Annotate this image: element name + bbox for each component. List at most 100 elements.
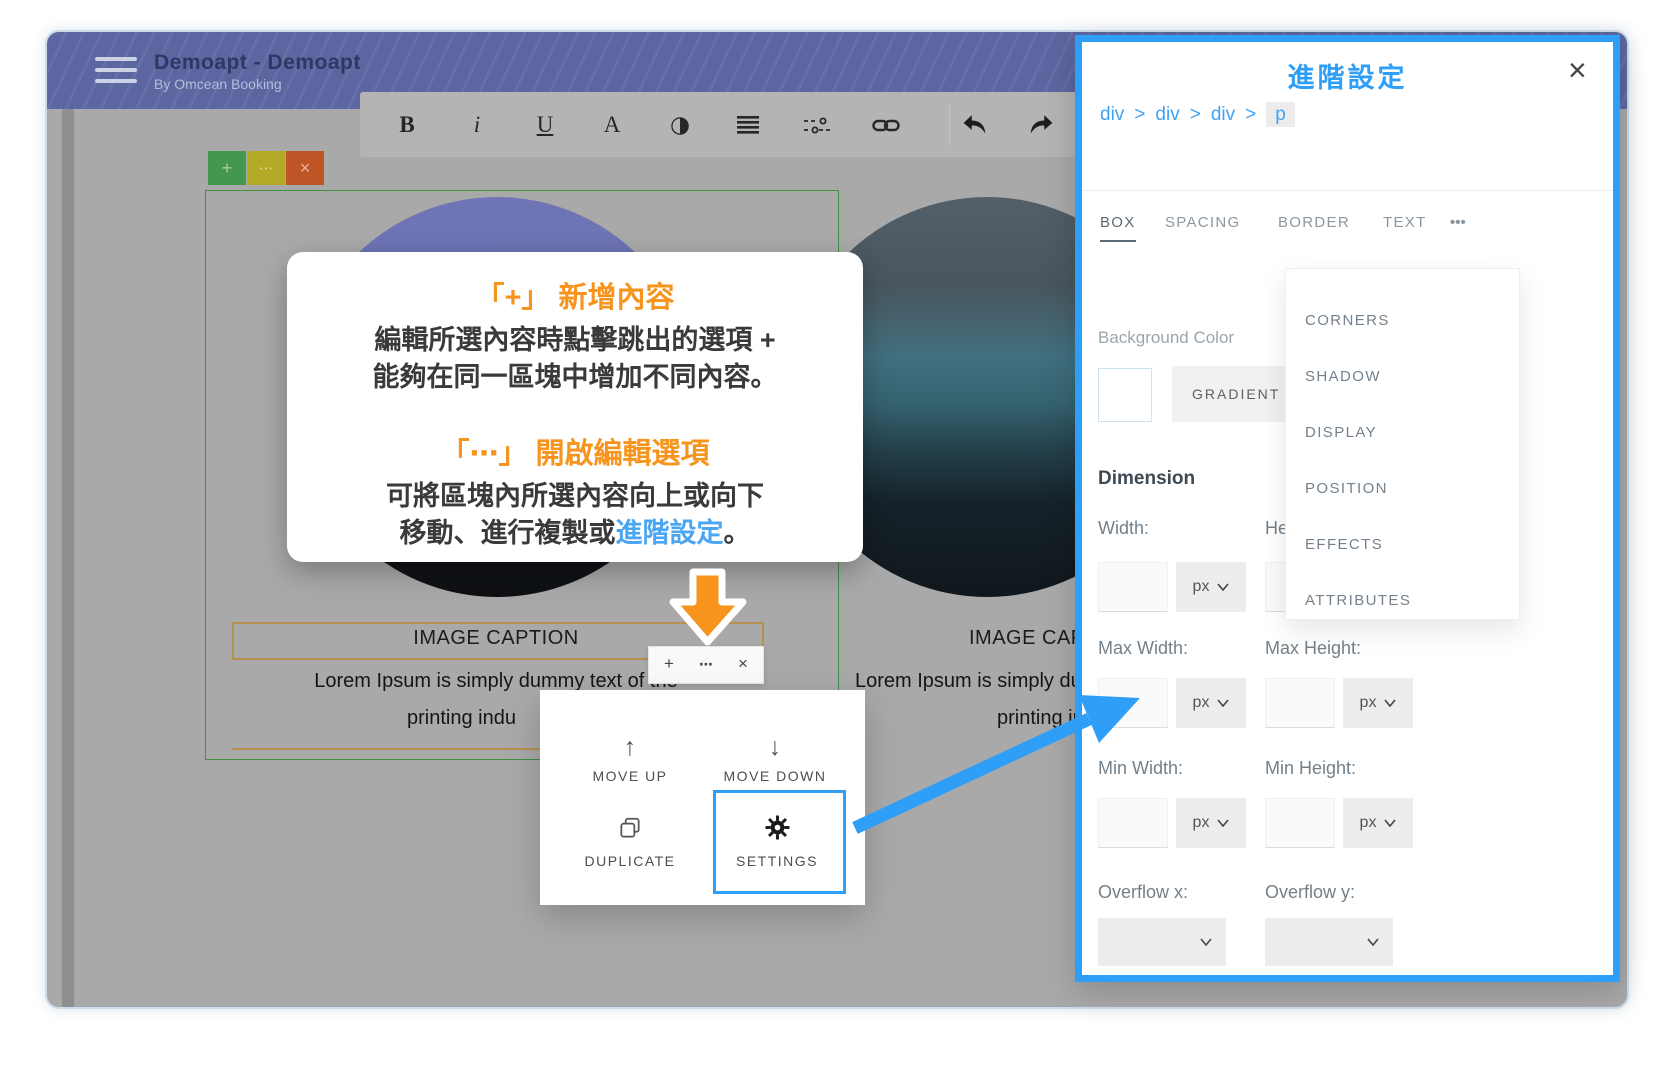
settings-label: SETTINGS xyxy=(712,853,842,869)
undo-icon[interactable] xyxy=(955,108,995,142)
chevron-down-icon xyxy=(1384,699,1396,707)
min-height-label: Min Height: xyxy=(1265,758,1356,779)
overflow-y-select[interactable] xyxy=(1265,918,1393,966)
unit-label: px xyxy=(1360,814,1377,832)
left-card-text-line2[interactable]: printing indu xyxy=(407,707,516,730)
toolbar-divider xyxy=(949,104,950,145)
breadcrumb-item-p[interactable]: p xyxy=(1266,102,1295,127)
callout-heading-add: 「+」 新增內容 xyxy=(287,274,863,316)
bold-icon[interactable]: B xyxy=(387,108,427,142)
max-width-input[interactable] xyxy=(1098,678,1168,728)
dimension-section-label: Dimension xyxy=(1098,468,1195,490)
dropdown-item-position[interactable]: POSITION xyxy=(1305,480,1388,497)
justify-align-icon[interactable] xyxy=(728,108,768,142)
dropdown-item-shadow[interactable]: SHADOW xyxy=(1305,368,1381,385)
inline-add-button[interactable]: + xyxy=(651,647,687,681)
min-height-input[interactable] xyxy=(1265,798,1335,848)
tab-box[interactable]: BOX xyxy=(1100,214,1136,242)
tab-text[interactable]: TEXT xyxy=(1383,214,1427,240)
block-context-menu: ↑ MOVE UP ↓ MOVE DOWN DUPLICATE xyxy=(540,690,865,905)
width-unit-select[interactable]: px xyxy=(1176,562,1246,612)
unit-label: px xyxy=(1360,694,1377,712)
dropdown-item-display[interactable]: DISPLAY xyxy=(1305,424,1377,441)
orange-pointer-arrow xyxy=(660,568,756,650)
redo-icon[interactable] xyxy=(1021,108,1061,142)
callout-line4-suffix: 。 xyxy=(724,518,751,548)
breadcrumb-item-div1[interactable]: div xyxy=(1100,104,1124,125)
more-tabs-dropdown: CORNERS SHADOW DISPLAY POSITION EFFECTS … xyxy=(1285,268,1520,620)
chevron-down-icon xyxy=(1217,699,1229,707)
move-down-label: MOVE DOWN xyxy=(710,768,840,784)
chevron-down-icon xyxy=(1200,938,1212,946)
inline-more-button[interactable]: ⋯ xyxy=(688,647,724,681)
underline-icon[interactable]: U xyxy=(525,108,565,142)
screenshot-root: Demoapt - Demoapt By Omcean Booking IMAG… xyxy=(0,0,1670,1080)
contrast-icon[interactable]: ◑ xyxy=(660,108,700,142)
panel-title: 進階設定 xyxy=(1082,56,1613,95)
color-swatch[interactable] xyxy=(1098,368,1152,422)
panel-close-icon[interactable]: × xyxy=(1568,52,1587,89)
overflow-x-label: Overflow x: xyxy=(1098,882,1188,903)
block-more-button[interactable]: ⋯ xyxy=(247,151,285,185)
min-width-input[interactable] xyxy=(1098,798,1168,848)
min-height-unit-select[interactable]: px xyxy=(1343,798,1413,848)
max-width-unit-select[interactable]: px xyxy=(1176,678,1246,728)
tab-spacing[interactable]: SPACING xyxy=(1165,214,1241,240)
chevron-down-icon xyxy=(1217,819,1229,827)
duplicate-label: DUPLICATE xyxy=(565,853,695,869)
tab-border[interactable]: BORDER xyxy=(1278,214,1350,240)
menu-item-move-down[interactable]: ↓ MOVE DOWN xyxy=(710,730,840,784)
breadcrumb: div>div>div>p xyxy=(1100,104,1295,126)
width-input[interactable] xyxy=(1098,562,1168,612)
window-edge-shade xyxy=(62,109,74,1007)
app-title: Demoapt - Demoapt xyxy=(154,51,361,75)
max-width-label: Max Width: xyxy=(1098,638,1188,659)
min-width-label: Min Width: xyxy=(1098,758,1183,779)
block-add-button[interactable]: + xyxy=(208,151,246,185)
chevron-down-icon xyxy=(1367,938,1379,946)
callout-text-line1: 編輯所選內容時點擊跳出的選項 + xyxy=(287,318,863,357)
arrow-down-icon: ↓ xyxy=(710,730,840,764)
unit-label: px xyxy=(1193,814,1210,832)
move-up-label: MOVE UP xyxy=(565,768,695,784)
breadcrumb-separator: > xyxy=(1134,104,1145,125)
link-icon[interactable] xyxy=(866,108,906,142)
overflow-x-select[interactable] xyxy=(1098,918,1226,966)
font-color-icon[interactable]: A xyxy=(592,108,632,142)
hamburger-menu-icon[interactable] xyxy=(95,57,137,85)
breadcrumb-separator: > xyxy=(1190,104,1201,125)
format-toolbar: B i U A ◑ xyxy=(360,92,1077,157)
overflow-y-label: Overflow y: xyxy=(1265,882,1355,903)
callout-text-line4: 移動、進行複製或進階設定。 xyxy=(287,511,863,550)
gear-icon xyxy=(712,815,842,849)
advanced-settings-panel: 進階設定 × div>div>div>p BOX SPACING BORDER … xyxy=(1075,35,1620,982)
unit-label: px xyxy=(1193,694,1210,712)
menu-item-duplicate[interactable]: DUPLICATE xyxy=(565,815,695,869)
max-height-unit-select[interactable]: px xyxy=(1343,678,1413,728)
duplicate-icon xyxy=(565,815,695,849)
italic-icon[interactable]: i xyxy=(457,108,497,142)
dropdown-item-corners[interactable]: CORNERS xyxy=(1305,312,1390,329)
menu-item-move-up[interactable]: ↑ MOVE UP xyxy=(565,730,695,784)
app-subtitle: By Omcean Booking xyxy=(154,76,282,92)
chevron-down-icon xyxy=(1217,583,1229,591)
arrow-up-icon: ↑ xyxy=(565,730,695,764)
sliders-icon[interactable] xyxy=(797,108,837,142)
callout-text-line3: 可將區塊內所選內容向上或向下 xyxy=(287,474,863,513)
dropdown-item-effects[interactable]: EFFECTS xyxy=(1305,536,1383,553)
max-height-input[interactable] xyxy=(1265,678,1335,728)
block-delete-button[interactable]: × xyxy=(286,151,324,185)
max-height-label: Max Height: xyxy=(1265,638,1361,659)
callout-heading-more: 「⋯」 開啟編輯選項 xyxy=(287,430,863,472)
breadcrumb-item-div3[interactable]: div xyxy=(1211,104,1235,125)
inline-close-button[interactable]: × xyxy=(725,647,761,681)
min-width-unit-select[interactable]: px xyxy=(1176,798,1246,848)
callout-line4-prefix: 移動、進行複製或 xyxy=(400,518,616,548)
background-color-label: Background Color xyxy=(1098,328,1234,348)
callout-text-line2: 能夠在同一區塊中增加不同內容。 xyxy=(287,355,863,394)
tab-more-icon[interactable]: ••• xyxy=(1450,214,1466,240)
tutorial-callout: 「+」 新增內容 編輯所選內容時點擊跳出的選項 + 能夠在同一區塊中增加不同內容… xyxy=(287,252,863,562)
breadcrumb-item-div2[interactable]: div xyxy=(1155,104,1179,125)
dropdown-item-attributes[interactable]: ATTRIBUTES xyxy=(1305,592,1411,609)
menu-item-settings[interactable]: SETTINGS xyxy=(712,815,842,869)
